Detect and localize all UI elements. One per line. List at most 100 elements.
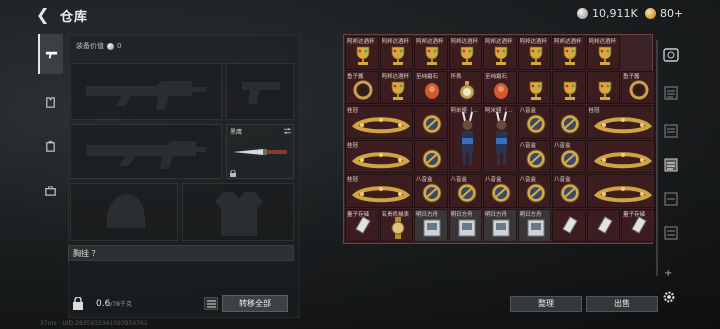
item-arknights-card[interactable]: 明日方舟 xyxy=(483,208,517,242)
item-music-box[interactable]: 八音盒 xyxy=(483,174,517,208)
item-music-box[interactable] xyxy=(552,105,586,139)
nav-weapons[interactable] xyxy=(38,34,63,74)
item-arknights-card[interactable]: 明日方舟 xyxy=(414,208,448,242)
item-cup[interactable] xyxy=(517,70,551,104)
cup-icon xyxy=(563,81,577,100)
vault-icon[interactable] xyxy=(662,46,680,64)
item-name: 明日方舟 xyxy=(485,211,508,218)
list-view-button[interactable] xyxy=(204,297,218,310)
usb-drive-icon xyxy=(562,215,578,234)
melee-slot[interactable]: 黑鹰 xyxy=(226,124,294,179)
item-arknights-card[interactable]: 明日方舟 xyxy=(517,208,551,242)
item-frost-stone[interactable]: 至纯霜石 xyxy=(483,70,517,104)
item-cup[interactable]: 阿邦达酒杯 xyxy=(379,70,413,104)
item-cup[interactable]: 阿邦达酒杯 xyxy=(517,36,551,70)
item-cup[interactable]: 阿邦达酒杯 xyxy=(379,36,413,70)
item-music-box[interactable]: 八音盒 xyxy=(552,174,586,208)
item-music-box[interactable] xyxy=(414,105,448,139)
item-name: 桂冠 xyxy=(347,108,359,114)
backpack-bar: 0.6/78千克 转移全部 xyxy=(68,294,300,314)
primary-weapon-slot[interactable] xyxy=(70,63,222,120)
item-cup[interactable]: 阿邦达酒杯 xyxy=(483,36,517,70)
item-laurel[interactable]: 桂冠 xyxy=(345,139,413,173)
item-cup[interactable]: 阿邦达酒杯 xyxy=(552,36,586,70)
chest-rig-slot[interactable]: 胸挂 ？ xyxy=(68,245,294,261)
item-laurel[interactable]: 桂冠 xyxy=(345,174,413,208)
vest-icon xyxy=(46,96,55,108)
item-music-box[interactable]: 八音盒 xyxy=(517,174,551,208)
add-tab-icon[interactable]: + xyxy=(664,268,672,279)
gear-icon[interactable] xyxy=(662,290,676,304)
item-cup[interactable]: 阿邦达酒杯 xyxy=(586,36,620,70)
item-laurel[interactable] xyxy=(586,174,655,208)
laurel-crown-icon xyxy=(593,117,652,134)
gold-currency[interactable]: 80+ xyxy=(645,7,683,20)
item-caviar[interactable]: 鱼子酱 xyxy=(621,70,655,104)
item-luxury-watch[interactable]: 名贵机械表 xyxy=(379,208,413,242)
scrollbar[interactable] xyxy=(656,40,658,276)
sell-button[interactable]: 出售 xyxy=(586,296,658,312)
item-quantum-drive[interactable]: 量子存储 xyxy=(345,208,379,242)
item-amiya-figure[interactable]: 阿米娅（... xyxy=(448,105,482,173)
weight-max: /78千克 xyxy=(110,301,132,308)
body-armor-slot[interactable] xyxy=(182,183,294,241)
item-quantum-drive[interactable] xyxy=(552,208,586,242)
item-laurel[interactable] xyxy=(586,139,655,173)
storage-tab-icon[interactable] xyxy=(662,84,680,102)
silver-coin-icon xyxy=(577,8,588,19)
storage-tab-icon[interactable] xyxy=(662,224,680,242)
cup-icon xyxy=(460,46,473,65)
music-box-icon xyxy=(422,183,442,203)
gold-coin-icon xyxy=(645,8,656,19)
music-box-icon xyxy=(560,114,580,134)
weight-value: 0.6 xyxy=(96,299,111,309)
category-nav xyxy=(38,34,63,218)
item-music-box[interactable]: 八音盒 xyxy=(517,139,551,173)
helmet-slot[interactable] xyxy=(70,183,178,241)
pistol-slot[interactable] xyxy=(226,63,294,120)
item-music-box[interactable]: 八音盒 xyxy=(552,139,586,173)
item-arknights-card[interactable]: 明日方舟 xyxy=(448,208,482,242)
item-name: 阿邦达酒杯 xyxy=(450,39,479,45)
gem-icon xyxy=(494,82,508,99)
rifle-silhouette-icon xyxy=(86,141,206,169)
item-caviar[interactable]: 鱼子酱 xyxy=(345,70,379,104)
watch-icon xyxy=(391,216,404,239)
cup-icon xyxy=(529,46,542,65)
storage-tab-icon[interactable] xyxy=(662,190,680,208)
item-laurel[interactable]: 桂冠 xyxy=(586,105,655,139)
item-music-box[interactable] xyxy=(414,139,448,173)
item-quantum-drive[interactable] xyxy=(586,208,620,242)
item-pocket-watch[interactable]: 怀表 xyxy=(448,70,482,104)
storage-tab-icon[interactable] xyxy=(662,122,680,140)
item-laurel[interactable]: 桂冠 xyxy=(345,105,413,139)
usb-drive-icon xyxy=(631,215,647,234)
item-music-box[interactable]: 八音盒 xyxy=(517,105,551,139)
item-music-box[interactable]: 八音盒 xyxy=(414,174,448,208)
item-quantum-drive[interactable]: 量子存储 xyxy=(621,208,655,242)
nav-case[interactable] xyxy=(38,170,63,210)
back-arrow-icon[interactable]: ❮ xyxy=(36,6,52,24)
item-name: 明日方舟 xyxy=(519,211,542,218)
item-music-box[interactable]: 八音盒 xyxy=(448,174,482,208)
briefcase-icon xyxy=(45,185,56,196)
item-frost-stone[interactable]: 至纯霜石 xyxy=(414,70,448,104)
item-cup[interactable]: 阿邦达酒杯 xyxy=(414,36,448,70)
transfer-all-button[interactable]: 转移全部 xyxy=(222,295,288,312)
item-cup[interactable] xyxy=(586,70,620,104)
usb-drive-icon xyxy=(355,215,371,234)
swap-icon[interactable] xyxy=(283,128,292,134)
music-box-icon xyxy=(560,149,580,168)
item-cup[interactable]: 阿邦达酒杯 xyxy=(448,36,482,70)
music-box-icon xyxy=(560,183,580,203)
nav-armor[interactable] xyxy=(38,82,63,122)
nav-backpack[interactable] xyxy=(38,126,63,166)
item-name: 阿邦达酒杯 xyxy=(588,39,617,45)
gem-icon xyxy=(425,82,439,99)
item-cup[interactable]: 阿邦达酒杯 xyxy=(345,36,379,70)
item-cup[interactable] xyxy=(552,70,586,104)
secondary-weapon-slot[interactable] xyxy=(70,124,222,179)
item-amiya-figure[interactable]: 阿米娅（... xyxy=(483,105,517,173)
storage-tab-icon[interactable] xyxy=(662,156,680,174)
sort-button[interactable]: 整理 xyxy=(510,296,582,312)
